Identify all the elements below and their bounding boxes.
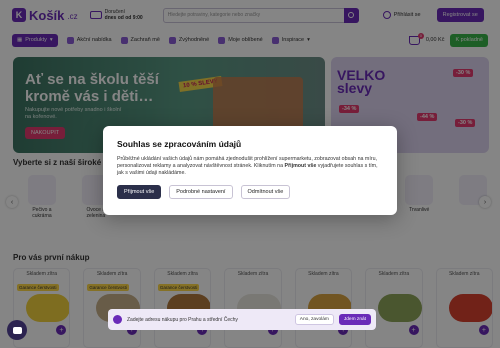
consent-title: Souhlas se zpracováním údajů: [117, 139, 242, 149]
address-confirm-button[interactable]: Jdem znát: [338, 314, 371, 325]
chat-icon: [12, 326, 22, 334]
accept-all-button[interactable]: Přijmout vše: [117, 184, 162, 199]
address-prompt: Zadejte adresu nákupu pro Prahu a středn…: [127, 316, 238, 323]
consent-buttons: Přijmout vše Podrobné nastavení Odmítnou…: [117, 184, 383, 199]
detailed-settings-button[interactable]: Podrobné nastavení: [169, 184, 233, 199]
chat-button[interactable]: [7, 320, 27, 340]
consent-text-bold: Přijmout vše: [284, 163, 317, 170]
consent-dialog: Souhlas se zpracováním údajů Průběžné uk…: [103, 126, 397, 215]
location-pin-icon: [113, 315, 122, 324]
address-later-button[interactable]: Ano, zavolám: [294, 314, 334, 325]
address-bar: Zadejte adresu nákupu pro Prahu a středn…: [108, 309, 376, 330]
consent-text: Průběžné ukládání vašich údajů nám pomáh…: [117, 156, 383, 178]
page: K Košík .cz Doručení dnes od od 9:00 Hle…: [0, 0, 500, 348]
reject-all-button[interactable]: Odmítnout vše: [240, 184, 291, 199]
